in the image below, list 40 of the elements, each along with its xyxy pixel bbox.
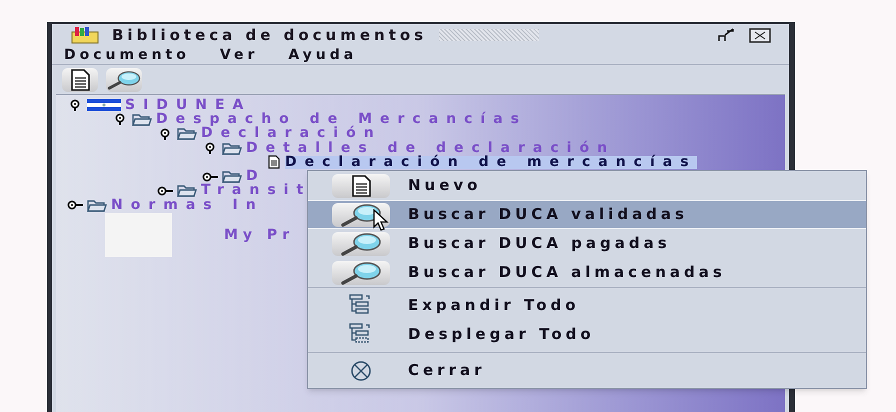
- context-menu-item[interactable]: Cerrar: [308, 356, 866, 385]
- context-menu-item[interactable]: Expandir Todo: [308, 291, 866, 320]
- new-document-button[interactable]: [62, 68, 98, 92]
- magnifier-icon: [339, 232, 383, 256]
- menu-item[interactable]: Ver: [220, 44, 258, 66]
- close-circle-icon: [349, 360, 373, 382]
- folder-icon: [222, 170, 242, 184]
- close-icon[interactable]: [749, 28, 771, 42]
- context-menu-item[interactable]: Buscar DUCA almacenadas: [308, 258, 866, 287]
- search-button[interactable]: [106, 68, 142, 92]
- magnifier-icon: [339, 260, 383, 284]
- books-icon: [70, 26, 100, 44]
- menu-item[interactable]: Documento: [64, 44, 190, 66]
- minimize-icon[interactable]: [717, 28, 737, 42]
- context-menu-item[interactable]: Desplegar Todo: [308, 320, 866, 349]
- collapsed-toggle-icon[interactable]: [67, 199, 83, 212]
- document-icon: [68, 68, 92, 90]
- folder-icon: [132, 112, 152, 126]
- context-menu-item[interactable]: Buscar DUCA pagadas: [308, 229, 866, 258]
- document-icon: [267, 155, 281, 170]
- context-menu-item[interactable]: Buscar DUCA validadas: [308, 200, 866, 229]
- tree-item[interactable]: Despacho de Mercancías: [156, 112, 527, 126]
- folder-icon: [222, 142, 242, 155]
- profile-label: My Pr: [224, 226, 294, 245]
- menu-item[interactable]: Ayuda: [288, 44, 358, 66]
- folder-icon: [177, 127, 197, 140]
- photo-placeholder: [105, 213, 172, 258]
- window-title: Biblioteca de documentos: [112, 24, 428, 46]
- collapsed-toggle-icon[interactable]: [157, 184, 173, 197]
- flag-icon: [87, 99, 121, 112]
- tree-item[interactable]: SIDUNEA: [125, 98, 252, 112]
- tree-item[interactable]: Declaración de mercancías: [285, 156, 697, 169]
- tree-item[interactable]: D: [246, 170, 266, 184]
- tree-item[interactable]: Normas In: [111, 198, 264, 212]
- folder-icon: [177, 184, 197, 198]
- tree-item[interactable]: Declaración: [201, 127, 382, 140]
- mouse-pointer-icon: [373, 209, 389, 231]
- folder-icon: [87, 198, 107, 212]
- document-icon: [349, 174, 373, 196]
- collapsed-toggle-icon[interactable]: [202, 170, 218, 183]
